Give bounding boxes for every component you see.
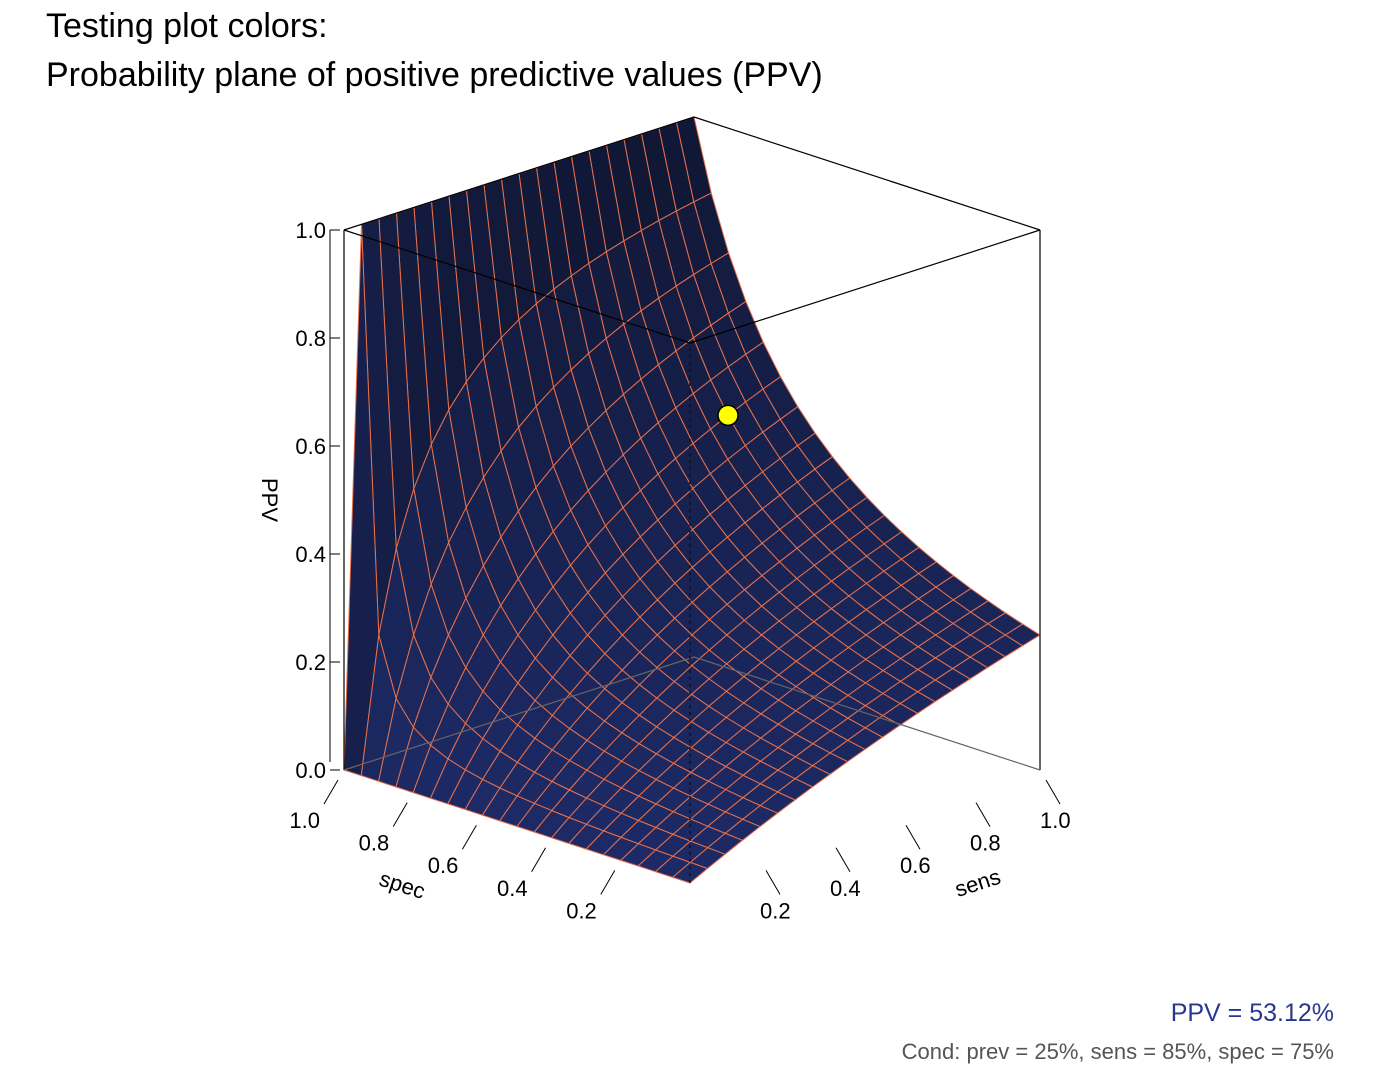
z-tick-label: 0.2 <box>295 650 326 675</box>
z-tick-label: 0.6 <box>295 434 326 459</box>
spec-tick-label: 1.0 <box>289 808 320 833</box>
z-tick-label: 0.0 <box>295 758 326 783</box>
spec-tick <box>461 824 477 850</box>
spec-tick-label: 0.4 <box>497 876 528 901</box>
spec-tick <box>600 870 616 895</box>
highlight-marker <box>717 404 739 427</box>
spec-tick <box>531 847 547 873</box>
ppv-value-annotation: PPV = 53.12% <box>1170 999 1334 1027</box>
sens-tick-label: 1.0 <box>1040 808 1071 833</box>
sens-tick-label: 0.4 <box>830 876 861 901</box>
spec-tick-label: 0.6 <box>428 853 459 878</box>
sens-tick-label: 0.8 <box>970 831 1001 856</box>
box-top-edge <box>689 229 1041 344</box>
sens-tick-label: 0.6 <box>900 853 931 878</box>
sens-tick <box>975 802 991 827</box>
spec-tick-label: 0.2 <box>566 898 597 923</box>
sens-tick <box>905 824 921 850</box>
sens-tick <box>1045 779 1061 805</box>
box-top-edge <box>693 116 1041 231</box>
condition-annotation: Cond: prev = 25%, sens = 85%, spec = 75% <box>901 1039 1334 1064</box>
spec-tick <box>323 779 339 805</box>
spec-axis-label: spec <box>376 866 428 904</box>
spec-tick <box>392 802 408 827</box>
sens-tick-label: 0.2 <box>760 898 791 923</box>
sens-tick <box>765 870 781 895</box>
z-tick-label: 0.4 <box>295 542 326 567</box>
highlight-point <box>717 404 739 427</box>
z-axis-label: PPV <box>257 478 282 522</box>
z-tick-label: 1.0 <box>295 218 326 243</box>
spec-tick-label: 0.8 <box>359 831 390 856</box>
z-tick-label: 0.8 <box>295 326 326 351</box>
sens-axis-label: sens <box>952 864 1004 902</box>
ppv-surface-plot: 0.0 0.2 0.4 0.6 0.8 1.0 PPV 0.2 0.4 0.6 0.8 1.0 spec… <box>257 116 1071 923</box>
sens-tick <box>835 847 851 873</box>
surface-facets <box>343 116 1041 884</box>
